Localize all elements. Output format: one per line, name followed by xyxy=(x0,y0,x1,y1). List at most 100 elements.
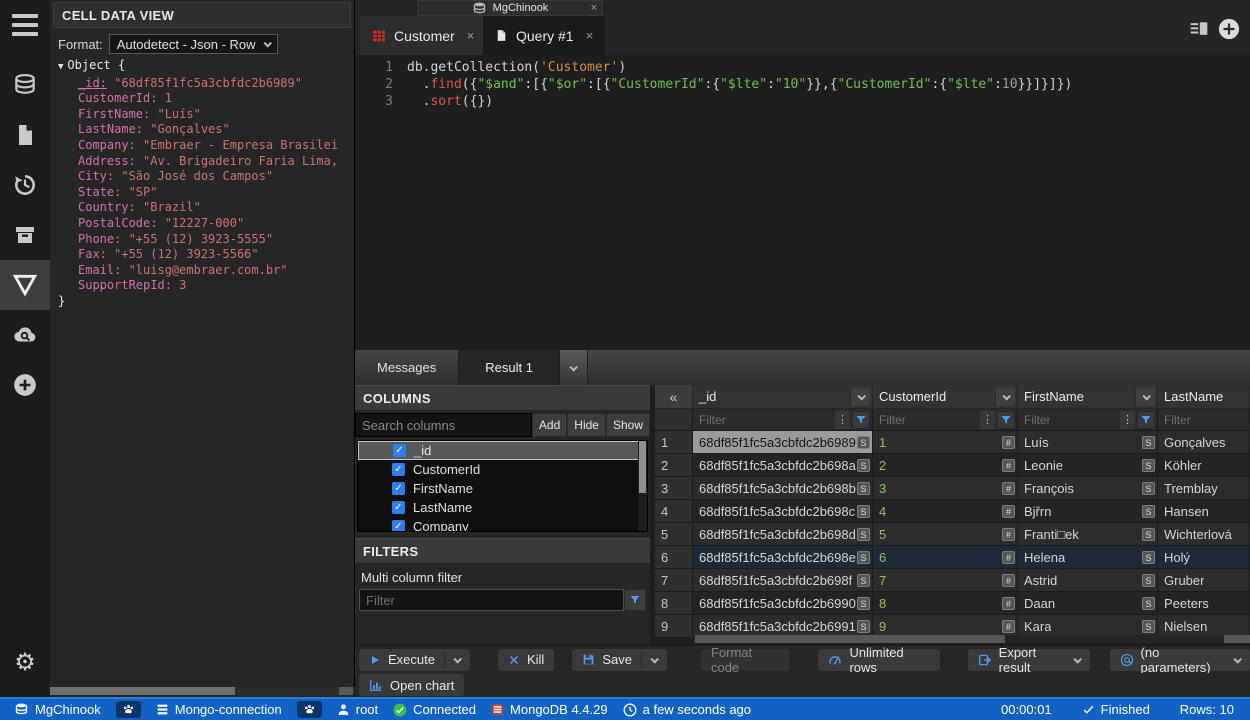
tab-messages[interactable]: Messages xyxy=(355,350,458,385)
column-dropdown[interactable] xyxy=(1135,388,1155,406)
cell-CustomerId[interactable]: 1# xyxy=(873,431,1018,454)
row-number[interactable]: 8 xyxy=(655,592,693,615)
column-header-FirstName[interactable]: FirstName xyxy=(1018,385,1158,409)
cell-FirstName[interactable]: FrançoisS xyxy=(1018,477,1158,500)
cell-LastName[interactable]: Gonçalves xyxy=(1158,431,1250,454)
cell-_id[interactable]: 68df85f1fc5a3cbfdc2b698dS xyxy=(693,523,873,546)
kebab-menu-icon[interactable]: ⋮ xyxy=(835,411,850,429)
filter-funnel-button[interactable] xyxy=(997,411,1015,429)
split-view-icon[interactable] xyxy=(1188,19,1210,39)
chevron-down-icon[interactable] xyxy=(1234,655,1242,663)
column-header-CustomerId[interactable]: CustomerId xyxy=(873,385,1018,409)
chevron-down-icon[interactable] xyxy=(453,655,461,663)
collapse-toggle[interactable]: ▼ xyxy=(58,62,63,72)
column-list-scrollbar[interactable] xyxy=(638,441,647,531)
results-dropdown[interactable] xyxy=(560,350,588,385)
close-icon[interactable]: × xyxy=(467,28,475,43)
add-tab-icon[interactable] xyxy=(1218,18,1240,40)
cell-LastName[interactable]: Wichterlová xyxy=(1158,523,1250,546)
close-icon[interactable]: × xyxy=(591,2,597,14)
execute-button[interactable]: Execute xyxy=(359,649,470,671)
cell-FirstName[interactable]: BjřrnS xyxy=(1018,500,1158,523)
cell-_id[interactable]: 68df85f1fc5a3cbfdc2b698cS xyxy=(693,500,873,523)
scrollbar-thumb[interactable] xyxy=(50,687,235,695)
row-number[interactable]: 1 xyxy=(655,431,693,454)
show-column-button[interactable]: Show xyxy=(606,413,650,437)
row-number[interactable]: 9 xyxy=(655,615,693,638)
paw-button[interactable] xyxy=(297,701,322,718)
scrollbar-thumb[interactable] xyxy=(639,441,646,493)
checkbox-checked-icon[interactable]: ✓ xyxy=(392,482,405,495)
filter-funnel-button[interactable] xyxy=(624,589,646,611)
rail-item-archive[interactable] xyxy=(0,210,50,260)
chevron-down-icon[interactable] xyxy=(1073,655,1081,663)
search-columns-input[interactable]: Search columns xyxy=(355,413,532,437)
query-editor[interactable]: 123 db.getCollection('Customer') .find({… xyxy=(355,55,1250,350)
tab-customer[interactable]: Customer × xyxy=(360,16,486,55)
cell-FirstName[interactable]: AstridS xyxy=(1018,569,1158,592)
tab-query-1[interactable]: Query #1 × xyxy=(483,16,605,55)
parameters-button[interactable]: (no parameters) xyxy=(1110,649,1250,671)
row-number[interactable]: 3 xyxy=(655,477,693,500)
kill-button[interactable]: Kill xyxy=(498,649,554,671)
paw-button[interactable] xyxy=(116,701,141,718)
scrollbar-end[interactable] xyxy=(339,687,353,695)
cell-FirstName[interactable]: DaanS xyxy=(1018,592,1158,615)
cell-LastName[interactable]: Tremblay xyxy=(1158,477,1250,500)
column-filter-LastName[interactable]: Filter xyxy=(1158,409,1250,431)
export-result-button[interactable]: Export result xyxy=(968,649,1090,671)
rail-item-script[interactable] xyxy=(0,110,50,160)
chevron-down-icon[interactable] xyxy=(650,655,658,663)
cell-CustomerId[interactable]: 5# xyxy=(873,523,1018,546)
scrollbar-thumb[interactable] xyxy=(695,635,1005,643)
row-number[interactable]: 5 xyxy=(655,523,693,546)
cell-LastName[interactable]: Holý xyxy=(1158,546,1250,569)
rail-item-connections[interactable] xyxy=(0,60,50,110)
column-dropdown[interactable] xyxy=(850,388,870,406)
rail-item-filter[interactable] xyxy=(0,260,50,310)
cell-LastName[interactable]: Peeters xyxy=(1158,592,1250,615)
column-filter-_id[interactable]: Filter⋮ xyxy=(693,409,873,431)
checkbox-checked-icon[interactable]: ✓ xyxy=(392,463,405,476)
collapse-columns-button[interactable]: « xyxy=(655,385,693,409)
cell-FirstName[interactable]: LuísS xyxy=(1018,431,1158,454)
add-column-button[interactable]: Add xyxy=(532,413,567,437)
cell-CustomerId[interactable]: 6# xyxy=(873,546,1018,569)
rail-item-menu[interactable] xyxy=(0,0,50,50)
status-mgchinook[interactable]: MgChinook xyxy=(14,702,101,717)
cell-LastName[interactable]: Köhler xyxy=(1158,454,1250,477)
cell-_id[interactable]: 68df85f1fc5a3cbfdc2b6990S xyxy=(693,592,873,615)
cell-_id[interactable]: 68df85f1fc5a3cbfdc2b698bS xyxy=(693,477,873,500)
checkbox-checked-icon[interactable]: ✓ xyxy=(392,520,405,532)
unlimited-rows-button[interactable]: Unlimited rows xyxy=(818,649,939,671)
close-icon[interactable]: × xyxy=(586,28,594,43)
column-item-FirstName[interactable]: ✓FirstName xyxy=(358,479,647,498)
column-filter-CustomerId[interactable]: Filter⋮ xyxy=(873,409,1018,431)
open-chart-button[interactable]: Open chart xyxy=(359,674,464,696)
cell-_id[interactable]: 68df85f1fc5a3cbfdc2b698aS xyxy=(693,454,873,477)
cell-LastName[interactable]: Gruber xyxy=(1158,569,1250,592)
status-mongo-connection[interactable]: Mongo-connection xyxy=(156,702,282,717)
cell-FirstName[interactable]: LeonieS xyxy=(1018,454,1158,477)
filter-funnel-button[interactable] xyxy=(1137,411,1155,429)
cell-CustomerId[interactable]: 8# xyxy=(873,592,1018,615)
cell-LastName[interactable]: Hansen xyxy=(1158,500,1250,523)
scrollbar-end[interactable] xyxy=(1224,635,1250,643)
hide-column-button[interactable]: Hide xyxy=(567,413,606,437)
format-dropdown[interactable]: Autodetect - Json - Row xyxy=(109,34,278,54)
tab-result-1[interactable]: Result 1 xyxy=(458,350,560,385)
cell-FirstName[interactable]: Franti□ekS xyxy=(1018,523,1158,546)
grid-hscrollbar[interactable] xyxy=(693,635,1250,643)
row-number[interactable]: 2 xyxy=(655,454,693,477)
column-item-LastName[interactable]: ✓LastName xyxy=(358,498,647,517)
column-dropdown[interactable] xyxy=(995,388,1015,406)
cell-CustomerId[interactable]: 4# xyxy=(873,500,1018,523)
cell-CustomerId[interactable]: 7# xyxy=(873,569,1018,592)
column-header-LastName[interactable]: LastName xyxy=(1158,385,1250,409)
row-number[interactable]: 7 xyxy=(655,569,693,592)
column-item-CustomerId[interactable]: ✓CustomerId xyxy=(358,460,647,479)
kebab-menu-icon[interactable]: ⋮ xyxy=(980,411,995,429)
column-filter-FirstName[interactable]: Filter⋮ xyxy=(1018,409,1158,431)
cell-CustomerId[interactable]: 2# xyxy=(873,454,1018,477)
column-header-_id[interactable]: _id xyxy=(693,385,873,409)
